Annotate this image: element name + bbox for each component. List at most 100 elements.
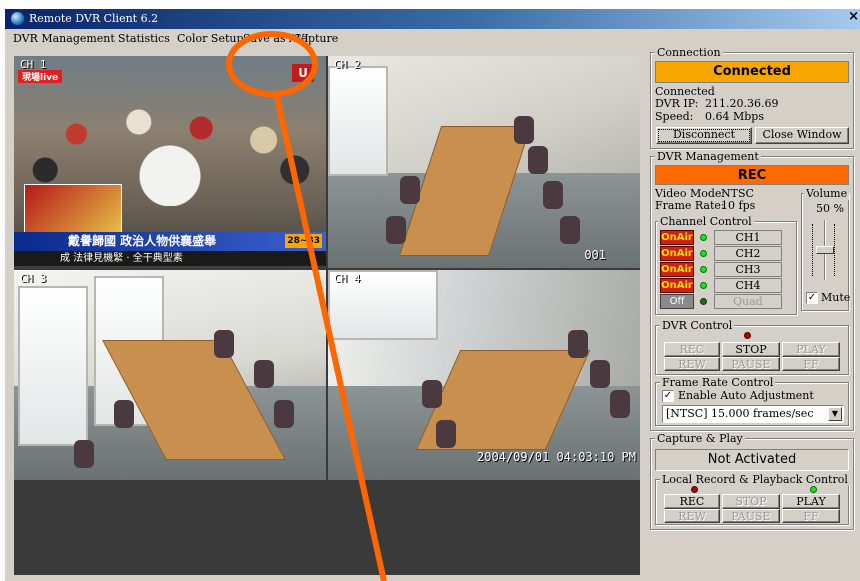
speed-value: 0.64 Mbps [705, 110, 764, 123]
onair-toggle-ch2[interactable]: OnAir [660, 246, 694, 261]
menu-dvr-management[interactable]: DVR Management [13, 32, 115, 45]
menu-capture[interactable]: Capture [293, 32, 338, 45]
video-area: 現場live U 戴譽歸國 政治人物供襄盛舉 28~33 成 法律見機緊 · 全… [14, 56, 640, 575]
room-window [18, 286, 88, 446]
chair [422, 380, 442, 408]
frame-rate-control-group: Frame Rate Control ✓ Enable Auto Adjustm… [655, 376, 849, 426]
chair [74, 440, 94, 468]
onair-toggle-quad[interactable]: Off [660, 294, 694, 309]
local-rew-button[interactable]: REW [664, 509, 720, 523]
capture-status: Not Activated [655, 449, 849, 471]
chair [560, 216, 580, 244]
dvr-rec-status: REC [655, 165, 849, 185]
dvr-pause-button[interactable]: PAUSE [722, 357, 780, 371]
channel-select-ch4[interactable]: CH4 [714, 278, 782, 293]
volume-value: 50 % [816, 202, 844, 215]
timestamp-osd: 2004/09/01 04:03:10 PM [477, 450, 636, 464]
channel-select-ch1[interactable]: CH1 [714, 230, 782, 245]
close-window-button[interactable]: Close Window [755, 127, 849, 144]
feed-ch3[interactable]: CH 3 [14, 270, 326, 480]
channel-control-title: Channel Control [658, 215, 754, 228]
chair [114, 400, 134, 428]
dvr-ip-value: 211.20.36.69 [705, 97, 779, 110]
feed-ch2[interactable]: CH 2 001 [328, 56, 640, 268]
news-headline: 戴譽歸國 政治人物供襄盛舉 [68, 234, 217, 248]
chair [610, 390, 630, 418]
channel-label-ch4: CH 4 [334, 272, 361, 285]
chair [214, 330, 234, 358]
dvr-stop-button[interactable]: STOP [722, 342, 780, 357]
feed-ch4[interactable]: CH 4 2004/09/01 04:03:10 PM [328, 270, 640, 480]
volume-label: Volume [804, 187, 850, 200]
local-pause-button[interactable]: PAUSE [722, 509, 780, 523]
capture-play-group: Capture & Play Not Activated Local Recor… [650, 432, 854, 530]
local-ff-button[interactable]: FF [782, 509, 840, 523]
local-play-button[interactable]: PLAY [782, 494, 840, 509]
dvr-rec-button[interactable]: REC [664, 342, 720, 357]
volume-slider-thumb[interactable] [816, 246, 834, 254]
chair [400, 176, 420, 204]
local-play-indicator-icon [810, 486, 817, 493]
channel-label-ch1: CH 1 [20, 58, 47, 71]
local-stop-button[interactable]: STOP [722, 494, 780, 509]
chair [514, 116, 534, 144]
chair [386, 216, 406, 244]
dvr-management-group-title: DVR Management [655, 150, 761, 163]
dvr-control-title: DVR Control [660, 319, 735, 332]
title-bar[interactable]: Remote DVR Client 6.2 × [5, 9, 860, 29]
chair [274, 400, 294, 428]
dvr-control-group: DVR Control REC STOP PLAY REW PAUSE FF [655, 319, 849, 375]
menu-statistics[interactable]: Statistics [118, 32, 170, 45]
meeting-room-image [14, 270, 326, 480]
feed-ch1[interactable]: 現場live U 戴譽歸國 政治人物供襄盛舉 28~33 成 法律見機緊 · 全… [14, 56, 326, 268]
onair-toggle-ch3[interactable]: OnAir [660, 262, 694, 277]
disconnect-button[interactable]: Disconnect [656, 127, 752, 144]
onair-toggle-ch1[interactable]: OnAir [660, 230, 694, 245]
frame-rate-value: 10 fps [721, 199, 756, 212]
volume-group: Volume 50 % ✓ Mute [801, 187, 850, 311]
auto-adjust-checkbox[interactable]: ✓ [662, 390, 674, 402]
volume-slider[interactable] [812, 220, 838, 280]
frame-rate-label: Frame Rate: [655, 199, 725, 212]
menu-color-setup[interactable]: Color Setup [177, 32, 244, 45]
frame-rate-selected: [NTSC] 15.000 frames/sec [666, 407, 814, 420]
news-temperature: 28~33 [285, 234, 322, 248]
channel-label-ch3: CH 3 [20, 272, 47, 285]
chair [590, 360, 610, 388]
connection-status: Connected [655, 61, 849, 83]
channel-select-ch2[interactable]: CH2 [714, 246, 782, 261]
channel-select-quad[interactable]: Quad [714, 294, 782, 309]
chair [528, 146, 548, 174]
connection-group-title: Connection [655, 46, 723, 59]
news-live-tag: 現場live [18, 70, 63, 83]
dvr-rew-button[interactable]: REW [664, 357, 720, 371]
news-channel-logo: U [292, 64, 314, 82]
mute-checkbox[interactable]: ✓ [806, 292, 818, 304]
channel-status-led-icon [700, 234, 707, 241]
local-rec-button[interactable]: REC [664, 494, 720, 509]
onair-toggle-ch4[interactable]: OnAir [660, 278, 694, 293]
connection-group: Connection Connected Connected DVR IP: 2… [650, 46, 854, 149]
channel-control-group: Channel Control OnAir CH1 OnAir CH2 OnAir CH3… [655, 215, 797, 315]
chair [254, 360, 274, 388]
channel-status-led-icon [700, 250, 707, 257]
meeting-room-image [328, 56, 640, 268]
dvr-ip-label: DVR IP: [655, 97, 699, 110]
local-record-title: Local Record & Playback Control [660, 473, 850, 486]
chevron-down-icon[interactable]: ▼ [828, 407, 842, 421]
news-inset-graphic [24, 184, 122, 238]
camera-osd-number: 001 [584, 248, 606, 262]
chair [436, 420, 456, 448]
auto-adjust-label: Enable Auto Adjustment [678, 389, 814, 402]
meeting-room-image [328, 270, 640, 480]
channel-select-ch3[interactable]: CH3 [714, 262, 782, 277]
frame-rate-control-title: Frame Rate Control [660, 376, 776, 389]
channel-status-led-icon [700, 298, 707, 305]
frame-rate-select[interactable]: [NTSC] 15.000 frames/sec ▼ [662, 405, 844, 423]
close-icon[interactable]: × [848, 9, 859, 24]
dvr-play-button[interactable]: PLAY [782, 342, 840, 357]
volume-ticks [834, 224, 838, 276]
dvr-ff-button[interactable]: FF [782, 357, 840, 371]
chair [543, 181, 563, 209]
menu-bar: DVR Management Statistics Color Setup Sa… [5, 29, 860, 47]
